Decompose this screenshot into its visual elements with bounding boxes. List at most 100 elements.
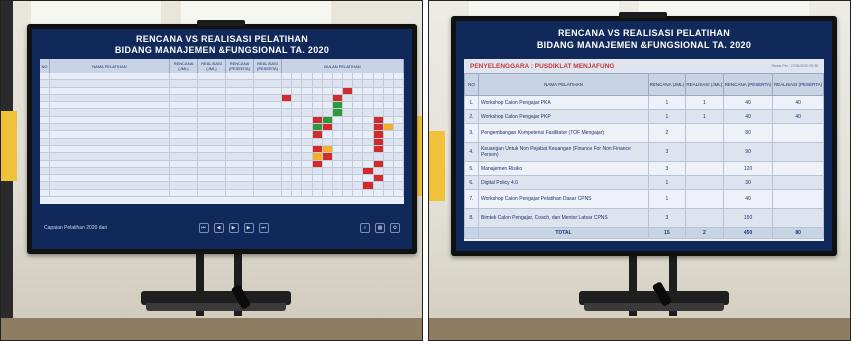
stand-shelf-front	[146, 303, 286, 311]
month-cell	[312, 116, 323, 124]
month-cell	[292, 131, 303, 138]
month-cell	[333, 131, 344, 138]
month-cell	[343, 175, 354, 182]
table-cell	[40, 116, 50, 124]
row-realisasi-peserta: 40	[772, 109, 824, 124]
table-cell	[40, 87, 50, 94]
table-row	[40, 87, 405, 95]
table-row: 8. Bimtek Calon Pengajar, Coach, dan Ment…	[464, 208, 824, 228]
table-cell	[50, 189, 170, 197]
month-cell	[323, 87, 333, 94]
table-cell	[226, 102, 254, 109]
table-cell	[254, 182, 282, 189]
month-cell	[302, 80, 313, 87]
month-cell	[384, 167, 394, 175]
row-name: Keuangan Untuk Non Pejabat Keuangan (Fin…	[478, 142, 649, 162]
month-cell	[353, 167, 364, 175]
month-cell	[363, 160, 374, 167]
row-rencana-peserta: 40	[722, 189, 774, 209]
month-cell	[384, 153, 394, 160]
row-rencana-jml: 3	[648, 208, 686, 228]
table-row	[40, 131, 405, 139]
month-cell	[282, 94, 293, 102]
month-cell	[313, 73, 323, 80]
next-page-icon[interactable]: ▶	[243, 223, 254, 233]
table-cell	[254, 160, 282, 167]
table-row	[40, 153, 405, 161]
month-cell	[333, 160, 344, 167]
tv-camera	[197, 20, 245, 26]
table-cell	[198, 102, 226, 109]
month-cell	[343, 160, 354, 167]
table-cell	[170, 124, 198, 131]
table-cell	[170, 167, 198, 175]
month-cell	[363, 116, 374, 124]
month-cell	[394, 116, 405, 124]
month-cell	[374, 80, 384, 87]
row-rencana-peserta: 150	[722, 208, 774, 228]
first-page-icon[interactable]: ⏮	[198, 223, 209, 233]
month-cell	[373, 160, 384, 167]
play-icon[interactable]: ▶	[228, 223, 239, 233]
row-name: Workshop Calon Pengajar PKA	[478, 95, 649, 110]
table-cell	[170, 102, 198, 109]
total-realisasi-peserta: 80	[772, 227, 824, 239]
month-cell	[343, 80, 354, 87]
month-cell	[384, 116, 394, 124]
col-header: RENCANA (PESERTA)	[226, 59, 254, 73]
table-cell	[254, 175, 282, 182]
stand-shelf-front	[584, 303, 724, 311]
table-row	[40, 116, 405, 125]
table-body	[40, 73, 405, 198]
month-cell	[302, 167, 313, 175]
month-cell	[353, 116, 364, 124]
table-cell	[170, 153, 198, 160]
month-cell	[282, 189, 293, 197]
month-cell	[343, 94, 354, 102]
month-cell	[322, 145, 333, 153]
month-cell	[302, 182, 313, 189]
month-cell	[282, 167, 293, 175]
month-cell	[363, 175, 374, 182]
table-cell	[198, 160, 226, 167]
month-cell	[363, 109, 374, 116]
table-cell	[198, 116, 226, 124]
training-table: NO NAMA PELATIHAN RENCANA (JML) REALISAS…	[40, 59, 405, 204]
month-cell	[292, 167, 303, 175]
month-cell	[292, 124, 303, 131]
table-cell	[226, 189, 254, 197]
month-cell	[282, 73, 293, 80]
row-rencana-jml: 1	[648, 189, 686, 209]
title-line-1: RENCANA VS REALISASI PELATIHAN	[557, 28, 730, 38]
month-cell	[302, 109, 313, 116]
month-cell	[333, 80, 344, 87]
table-cell	[50, 124, 170, 131]
table-cell	[254, 145, 282, 153]
month-cell	[353, 87, 364, 94]
title-line-1: RENCANA VS REALISASI PELATIHAN	[135, 34, 308, 44]
settings-icon[interactable]: ⚙	[389, 223, 400, 233]
month-cell	[363, 189, 374, 197]
table-cell	[254, 167, 282, 175]
prev-page-icon[interactable]: ◀	[213, 223, 224, 233]
table-cell	[40, 131, 50, 138]
table-cell	[198, 175, 226, 182]
month-cell	[313, 87, 323, 94]
zoom-icon[interactable]: ⌕	[359, 223, 370, 233]
grid-icon[interactable]: ▦	[374, 223, 385, 233]
month-cell	[374, 189, 384, 197]
table-cell	[40, 167, 50, 175]
table-cell	[198, 138, 226, 145]
last-page-icon[interactable]: ⏭	[258, 223, 269, 233]
row-no: 8.	[464, 208, 479, 228]
table-cell	[198, 153, 226, 160]
month-cell	[282, 131, 293, 138]
row-realisasi-jml	[684, 189, 724, 209]
training-table: NO NAMA PELATIHAN RENCANA (JML) REALISAS…	[464, 73, 824, 239]
tv-camera	[619, 12, 667, 18]
table-cell	[198, 182, 226, 189]
row-realisasi-peserta	[772, 142, 824, 162]
table-row	[40, 167, 405, 176]
month-cell	[343, 153, 354, 160]
month-cell	[394, 73, 405, 80]
